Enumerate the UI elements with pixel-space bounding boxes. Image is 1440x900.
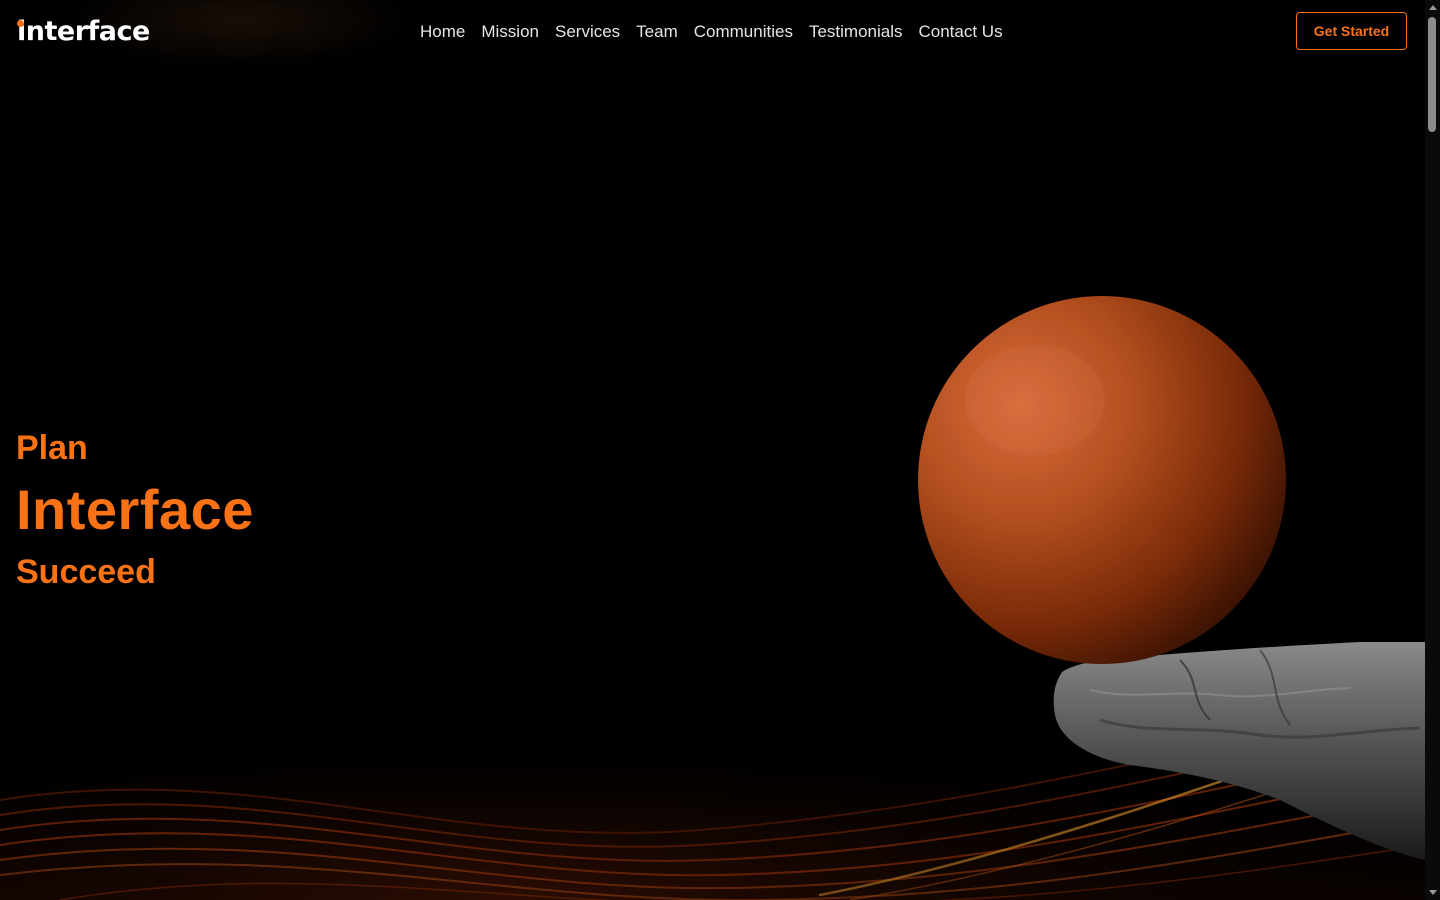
nav-link-testimonials[interactable]: Testimonials — [801, 20, 911, 44]
orange-sphere — [918, 296, 1286, 664]
hero-line-succeed: Succeed — [16, 553, 156, 591]
brand-logo[interactable]: interface — [17, 14, 150, 50]
logo-dot-icon — [17, 20, 24, 27]
nav-link-home[interactable]: Home — [412, 20, 473, 44]
landing-page: interface Home Mission Services Team Com… — [0, 0, 1440, 900]
nav-link-contact-us[interactable]: Contact Us — [911, 20, 1011, 44]
scrollbar-thumb[interactable] — [1428, 17, 1436, 132]
nav-link-mission[interactable]: Mission — [473, 20, 547, 44]
hero-line-plan: Plan — [16, 429, 88, 467]
scroll-up-arrow-icon[interactable] — [1429, 5, 1437, 10]
nav-link-team[interactable]: Team — [628, 20, 686, 44]
main-nav: Home Mission Services Team Communities T… — [412, 20, 1011, 44]
hero-line-interface: Interface — [16, 478, 254, 541]
nav-link-services[interactable]: Services — [547, 20, 628, 44]
nav-link-communities[interactable]: Communities — [686, 20, 801, 44]
page-scrollbar[interactable] — [1425, 0, 1440, 900]
hero-heading: Plan Interface Succeed — [16, 426, 254, 594]
get-started-button[interactable]: Get Started — [1296, 12, 1407, 50]
scroll-down-arrow-icon[interactable] — [1429, 890, 1437, 895]
site-header: interface Home Mission Services Team Com… — [0, 0, 1425, 70]
